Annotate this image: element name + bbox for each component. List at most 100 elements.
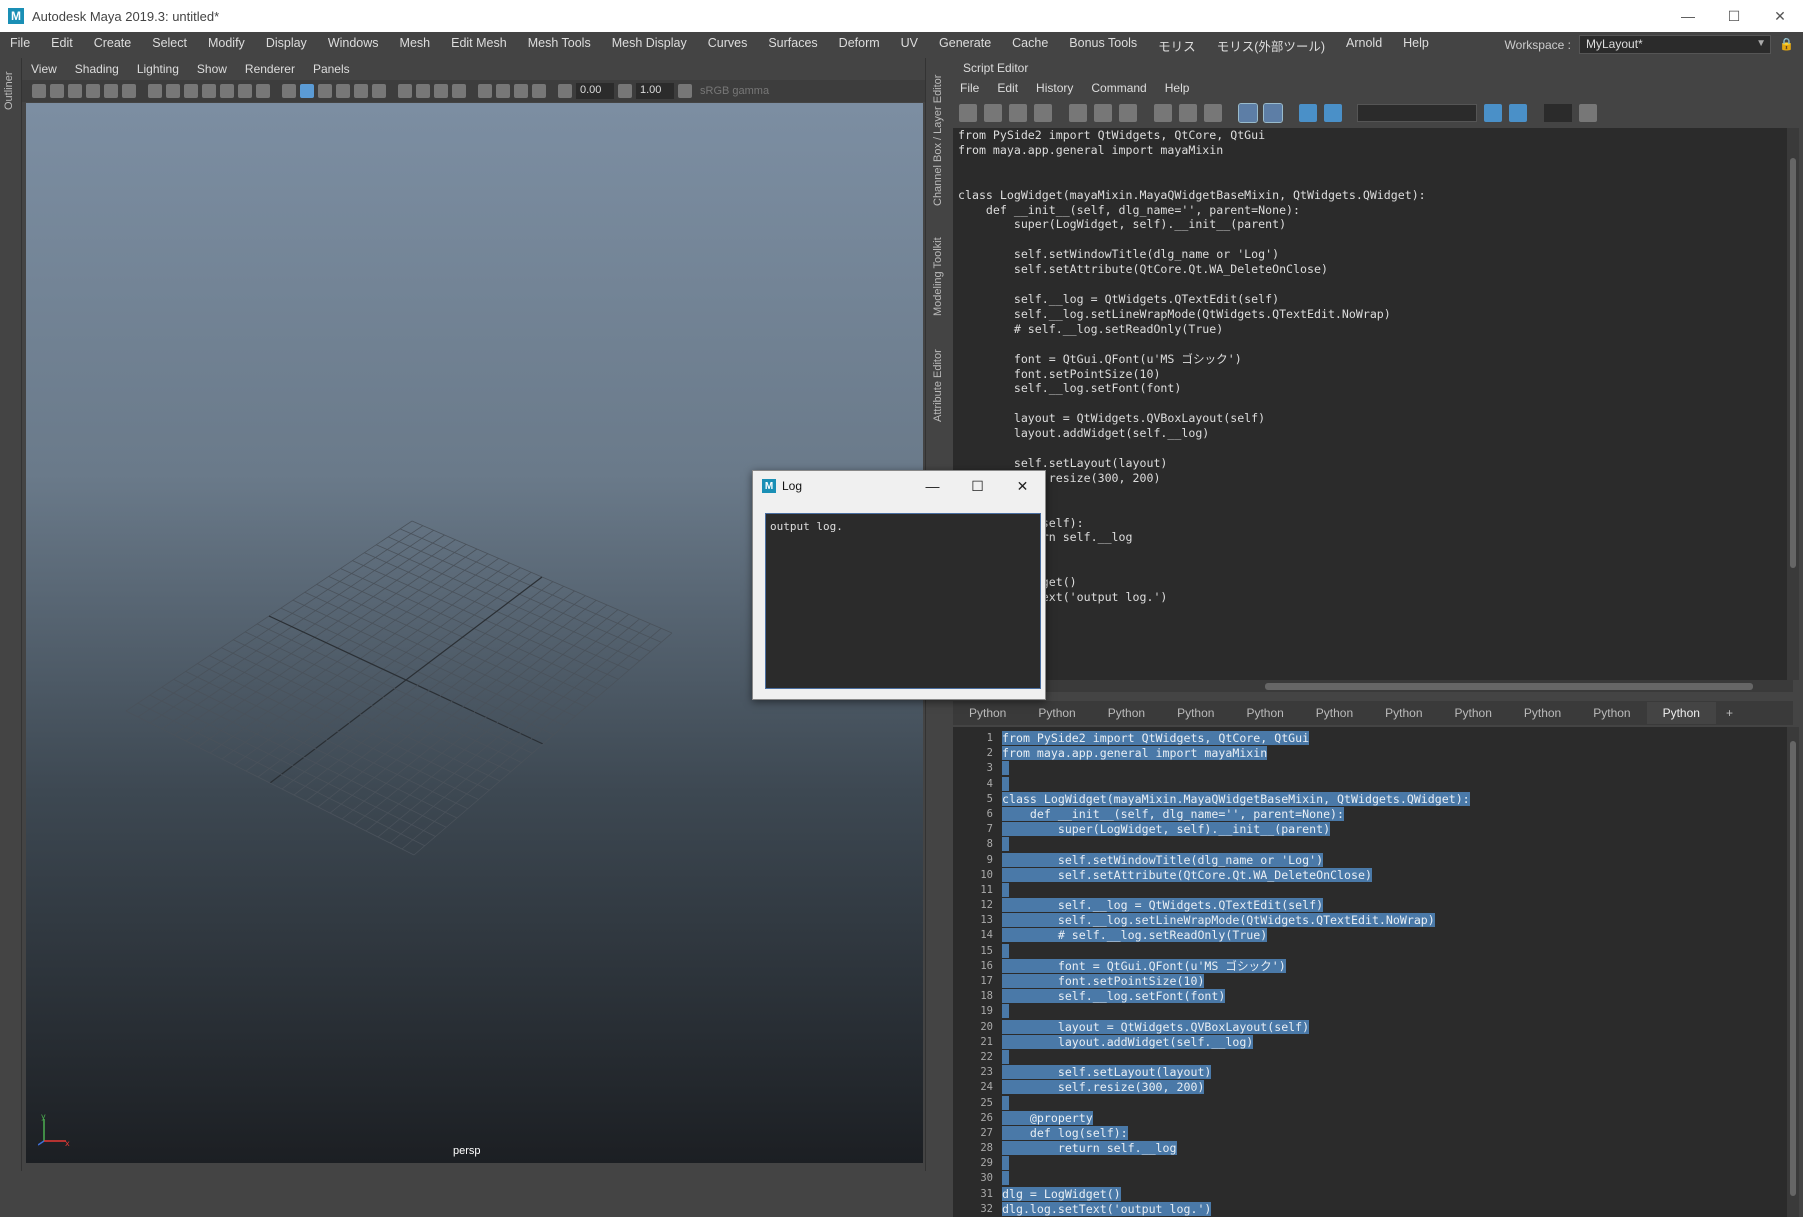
grease-pencil-icon[interactable] [122,84,136,98]
script-tab[interactable]: Python [1230,702,1299,724]
show-both-icon[interactable] [1204,104,1222,122]
color-management-icon[interactable] [678,84,692,98]
outliner-tab[interactable]: Outliner [3,71,15,110]
script-editor-menu-item[interactable]: History [1027,81,1082,95]
save-script-icon[interactable] [1009,104,1027,122]
motion-blur-icon[interactable] [416,84,430,98]
line-numbers-icon[interactable] [1263,103,1283,123]
script-editor-menu-item[interactable]: Edit [988,81,1027,95]
script-history-output[interactable]: from PySide2 import QtWidgets, QtCore, Q… [953,128,1793,680]
menu-item[interactable]: Surfaces [757,36,827,55]
menu-item[interactable]: Windows [317,36,389,55]
menu-item[interactable]: Select [141,36,197,55]
save-to-shelf-icon[interactable] [1034,104,1052,122]
log-minimize-button[interactable]: — [910,471,955,501]
image-plane-icon[interactable] [86,84,100,98]
echo-all-icon[interactable] [1238,103,1258,123]
viewport-menu-item[interactable]: Show [188,62,236,76]
menu-item[interactable]: Display [255,36,317,55]
menu-item[interactable]: Deform [828,36,890,55]
anti-alias-icon[interactable] [434,84,448,98]
gate-mask-icon[interactable] [202,84,216,98]
clear-all-icon[interactable] [1119,104,1137,122]
exposure-icon[interactable] [558,84,572,98]
menu-item[interactable]: Edit Mesh [440,36,517,55]
script-editor-menu-item[interactable]: File [951,81,988,95]
menu-item[interactable]: Modify [197,36,255,55]
goto-line-field[interactable] [1544,104,1572,122]
wireframe-on-shaded-icon[interactable] [318,84,332,98]
menu-item[interactable]: モリス(外部ツール) [1206,36,1335,55]
menu-item[interactable]: Mesh [389,36,441,55]
lock-icon[interactable]: 🔒 [1779,37,1794,53]
isolate-select-icon[interactable] [478,84,492,98]
script-tab[interactable]: Python [1577,702,1646,724]
menu-item[interactable]: Arnold [1335,36,1392,55]
workspace-dropdown[interactable]: MyLayout* ▼ [1579,35,1771,54]
safe-action-icon[interactable] [238,84,252,98]
script-tab[interactable]: Python [1439,702,1508,724]
xray-icon[interactable] [496,84,510,98]
menu-item[interactable]: UV [890,36,928,55]
maximize-button[interactable]: ☐ [1711,0,1757,32]
film-gate-icon[interactable] [166,84,180,98]
grid-icon[interactable] [148,84,162,98]
viewport-menu-item[interactable]: View [22,62,66,76]
close-button[interactable]: ✕ [1757,0,1803,32]
viewport-menu-item[interactable]: Lighting [128,62,188,76]
viewport-menu-item[interactable]: Renderer [236,62,304,76]
channel-box-tab[interactable]: Channel Box / Layer Editor [932,75,944,206]
menu-item[interactable]: Cache [1001,36,1058,55]
menu-item[interactable]: Edit [40,36,83,55]
script-tab[interactable]: Python [1508,702,1577,724]
shadows-icon[interactable] [372,84,386,98]
history-vertical-scrollbar[interactable] [1787,128,1799,680]
resolution-gate-icon[interactable] [184,84,198,98]
script-editor-menu-item[interactable]: Help [1156,81,1199,95]
log-maximize-button[interactable]: ☐ [955,471,1000,501]
menu-item[interactable]: モリス [1147,36,1206,55]
gamma-icon[interactable] [618,84,632,98]
log-close-button[interactable]: ✕ [1000,471,1045,501]
open-script-icon[interactable] [959,104,977,122]
attribute-editor-tab[interactable]: Attribute Editor [932,349,944,422]
clear-history-icon[interactable] [1069,104,1087,122]
select-camera-icon[interactable] [32,84,46,98]
safe-title-icon[interactable] [256,84,270,98]
script-tab[interactable]: Python [1092,702,1161,724]
add-tab-button[interactable]: + [1716,702,1743,724]
xray-components-icon[interactable] [532,84,546,98]
smooth-shade-icon[interactable] [300,84,314,98]
script-tab[interactable]: Python [1022,702,1091,724]
minimize-button[interactable]: — [1665,0,1711,32]
menu-item[interactable]: Create [83,36,142,55]
menu-item[interactable]: Curves [697,36,758,55]
wireframe-icon[interactable] [282,84,296,98]
script-editor-menu-item[interactable]: Command [1082,81,1155,95]
editor-vertical-scrollbar[interactable] [1787,727,1799,1217]
use-all-lights-icon[interactable] [354,84,368,98]
history-horizontal-scrollbar[interactable] [953,680,1793,692]
textured-icon[interactable] [336,84,350,98]
log-text-edit[interactable]: output log. [765,513,1041,689]
execute-selected-icon[interactable] [1299,104,1317,122]
menu-item[interactable]: Mesh Tools [517,36,601,55]
2d-pan-zoom-icon[interactable] [104,84,118,98]
viewport-menu-item[interactable]: Panels [304,62,359,76]
search-up-icon[interactable] [1509,104,1527,122]
script-input-editor[interactable]: 1 2 3 4 5 6 7 8 9 10 11 12 13 14 15 16 17 18 19 20 21 22 23 24 2… [953,727,1793,1217]
xray-joints-icon[interactable] [514,84,528,98]
show-history-icon[interactable] [1154,104,1172,122]
colorspace-label[interactable]: sRGB gamma [700,85,769,97]
field-chart-icon[interactable] [220,84,234,98]
code-area[interactable]: from PySide2 import QtWidgets, QtCore, Q… [1002,731,1782,1217]
menu-item[interactable]: Generate [928,36,1001,55]
script-tab[interactable]: Python [1369,702,1438,724]
show-input-icon[interactable] [1179,104,1197,122]
menu-item[interactable]: File [0,36,40,55]
viewport-menu-item[interactable]: Shading [66,62,128,76]
script-tab[interactable]: Python [1161,702,1230,724]
camera-attributes-icon[interactable] [50,84,64,98]
script-tab[interactable]: Python [1646,702,1716,724]
gamma-field[interactable]: 1.00 [636,83,674,99]
